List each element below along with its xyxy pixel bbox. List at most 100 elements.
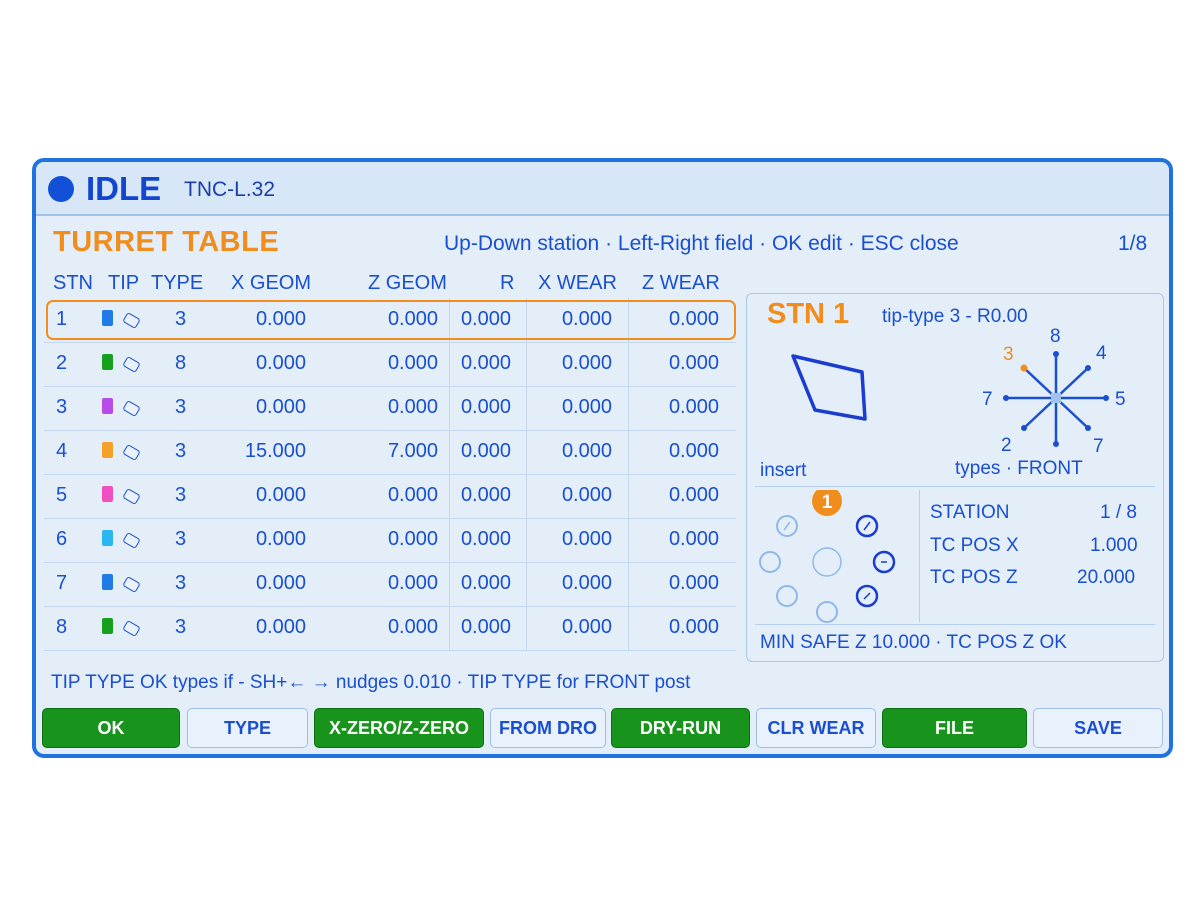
insert-icon: [122, 443, 141, 462]
tip-type-compass[interactable]: 8 4 5 7 2 7 3: [971, 324, 1141, 464]
cell-z-geom[interactable]: 0.000: [388, 616, 438, 639]
from-dro-button[interactable]: FROM DRO: [490, 708, 606, 748]
cell-x-wear[interactable]: 0.000: [562, 528, 612, 551]
save-button[interactable]: SAVE: [1033, 708, 1163, 748]
col-header-x-wear: X WEAR: [538, 272, 617, 294]
turret-active-station: 1: [822, 492, 833, 513]
table-row[interactable]: 4 3 15.000 7.000 0.000 0.000 0.000: [44, 430, 736, 475]
table-row[interactable]: 2 8 0.000 0.000 0.000 0.000 0.000: [44, 342, 736, 387]
cell-r[interactable]: 0.000: [461, 484, 511, 507]
compass-label-e: 5: [1115, 389, 1126, 410]
station-value: 1 / 8: [1100, 502, 1137, 523]
cell-type[interactable]: 3: [175, 396, 186, 419]
dry-run-button[interactable]: DRY-RUN: [611, 708, 750, 748]
cell-z-geom[interactable]: 0.000: [388, 572, 438, 595]
column-divider: [526, 474, 527, 518]
cell-z-geom[interactable]: 0.000: [388, 528, 438, 551]
panel-divider-bottom: [755, 624, 1155, 625]
cell-x-geom[interactable]: 0.000: [256, 396, 306, 419]
tool-color-swatch: [102, 574, 113, 590]
cell-r[interactable]: 0.000: [461, 440, 511, 463]
table-row[interactable]: 6 3 0.000 0.000 0.000 0.000 0.000: [44, 518, 736, 563]
table-row[interactable]: 1 3 0.000 0.000 0.000 0.000 0.000: [44, 298, 736, 343]
cell-stn[interactable]: 2: [56, 352, 67, 375]
type-button[interactable]: TYPE: [187, 708, 308, 748]
tool-color-swatch: [102, 618, 113, 634]
cell-x-geom[interactable]: 0.000: [256, 616, 306, 639]
cell-type[interactable]: 3: [175, 528, 186, 551]
cell-type[interactable]: 3: [175, 616, 186, 639]
cell-stn[interactable]: 3: [56, 396, 67, 419]
cell-z-wear[interactable]: 0.000: [669, 396, 719, 419]
cell-stn[interactable]: 7: [56, 572, 67, 595]
col-header-type: TYPE: [151, 272, 204, 294]
cell-stn[interactable]: 8: [56, 616, 67, 639]
cell-z-geom[interactable]: 0.000: [388, 396, 438, 419]
cell-x-wear[interactable]: 0.000: [562, 572, 612, 595]
cell-type[interactable]: 3: [175, 440, 186, 463]
title-bar: IDLE TNC-L.32: [36, 162, 1169, 216]
column-divider: [449, 342, 450, 386]
cell-z-wear[interactable]: 0.000: [669, 616, 719, 639]
machine-state: IDLE: [86, 170, 162, 207]
cell-x-wear[interactable]: 0.000: [562, 484, 612, 507]
cell-stn[interactable]: 6: [56, 528, 67, 551]
x-zero-z-zero-button[interactable]: X-ZERO/Z-ZERO: [314, 708, 484, 748]
cell-z-geom[interactable]: 0.000: [388, 484, 438, 507]
cell-z-geom[interactable]: 7.000: [388, 440, 438, 463]
machine-name: TNC-L.32: [184, 178, 276, 201]
cell-stn[interactable]: 5: [56, 484, 67, 507]
turret-diagram[interactable]: 1: [757, 490, 907, 625]
cell-x-geom[interactable]: 0.000: [256, 528, 306, 551]
ok-button[interactable]: OK: [42, 708, 180, 748]
column-divider: [628, 606, 629, 650]
row-selection-highlight: [46, 300, 736, 340]
cell-x-wear[interactable]: 0.000: [562, 396, 612, 419]
cell-z-wear[interactable]: 0.000: [669, 352, 719, 375]
column-divider: [628, 342, 629, 386]
cell-z-wear[interactable]: 0.000: [669, 440, 719, 463]
column-divider: [449, 518, 450, 562]
col-header-r: R: [500, 272, 515, 294]
cell-x-geom[interactable]: 0.000: [256, 352, 306, 375]
col-header-x-geom: X GEOM: [231, 272, 312, 294]
insert-shape-icon: [791, 354, 867, 421]
cell-stn[interactable]: 4: [56, 440, 67, 463]
table-row[interactable]: 8 3 0.000 0.000 0.000 0.000 0.000: [44, 606, 736, 651]
cell-type[interactable]: 3: [175, 572, 186, 595]
cell-x-geom[interactable]: 15.000: [245, 440, 306, 463]
cell-z-geom[interactable]: 0.000: [388, 352, 438, 375]
cell-r[interactable]: 0.000: [461, 616, 511, 639]
cell-r[interactable]: 0.000: [461, 396, 511, 419]
file-button[interactable]: FILE: [882, 708, 1027, 748]
cell-x-geom[interactable]: 0.000: [256, 572, 306, 595]
tool-color-swatch: [102, 530, 113, 546]
column-divider: [526, 342, 527, 386]
insert-icon: [122, 531, 141, 550]
compass-label-sw: 2: [1001, 435, 1012, 456]
cell-x-wear[interactable]: 0.000: [562, 440, 612, 463]
clr-wear-button[interactable]: CLR WEAR: [756, 708, 876, 748]
col-header-z-geom: Z GEOM: [368, 272, 447, 294]
insert-icon: [122, 619, 141, 638]
cell-z-wear[interactable]: 0.000: [669, 528, 719, 551]
column-divider: [628, 430, 629, 474]
cell-type[interactable]: 3: [175, 484, 186, 507]
cell-z-wear[interactable]: 0.000: [669, 484, 719, 507]
cell-r[interactable]: 0.000: [461, 572, 511, 595]
compass-label-ne: 4: [1096, 343, 1107, 364]
cell-x-geom[interactable]: 0.000: [256, 484, 306, 507]
table-row[interactable]: 7 3 0.000 0.000 0.000 0.000 0.000: [44, 562, 736, 607]
compass-label-n: 8: [1050, 326, 1061, 347]
table-row[interactable]: 5 3 0.000 0.000 0.000 0.000 0.000: [44, 474, 736, 519]
tc-pos-z-value: 20.000: [1077, 567, 1136, 588]
cell-r[interactable]: 0.000: [461, 528, 511, 551]
column-divider: [526, 518, 527, 562]
cell-type[interactable]: 8: [175, 352, 186, 375]
cell-x-wear[interactable]: 0.000: [562, 352, 612, 375]
cell-z-wear[interactable]: 0.000: [669, 572, 719, 595]
cell-r[interactable]: 0.000: [461, 352, 511, 375]
col-header-tip: TIP: [108, 272, 140, 294]
cell-x-wear[interactable]: 0.000: [562, 616, 612, 639]
table-row[interactable]: 3 3 0.000 0.000 0.000 0.000 0.000: [44, 386, 736, 431]
